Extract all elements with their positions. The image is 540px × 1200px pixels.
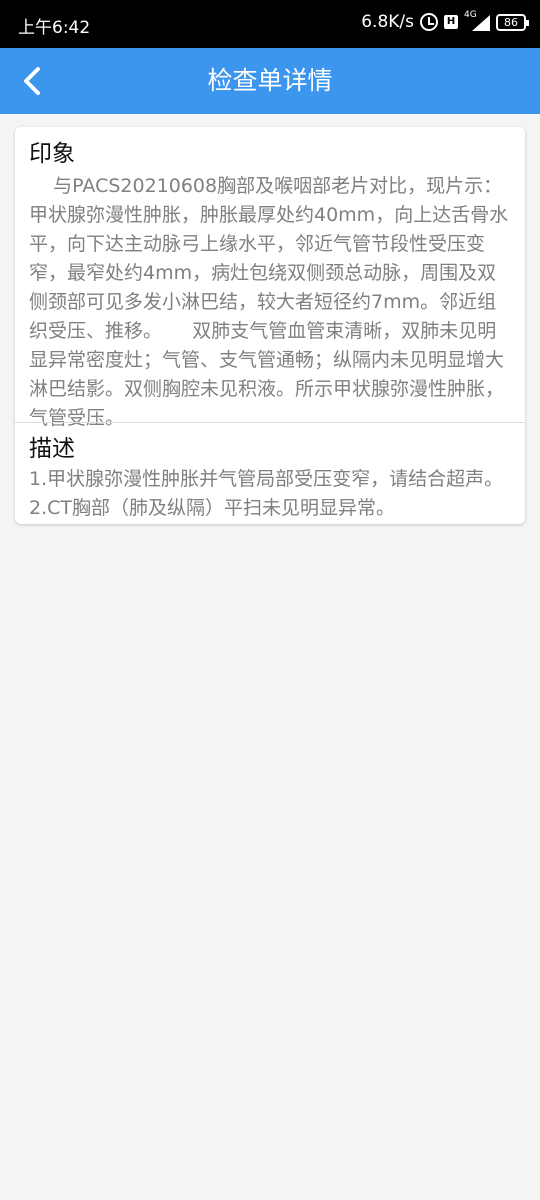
impression-text: 与PACS20210608胸部及喉咽部老片对比，现片示：甲状腺弥漫性肿胀，肿胀最… xyxy=(29,175,509,429)
status-indicators: 6.8K/s H 4G 86 xyxy=(361,10,529,32)
status-time: 上午6:42 xyxy=(18,18,91,38)
battery-icon: 86 xyxy=(496,13,529,31)
impression-title: 印象 xyxy=(29,141,75,167)
alarm-icon xyxy=(420,13,438,31)
network-speed: 6.8K/s xyxy=(361,12,414,32)
app-bar: 检查单详情 xyxy=(0,48,540,114)
hd-icon: H xyxy=(444,15,458,29)
description-title: 描述 xyxy=(29,436,75,462)
report-card: 印象 与PACS20210608胸部及喉咽部老片对比，现片示：甲状腺弥漫性肿胀，… xyxy=(15,127,525,524)
status-bar: 上午6:42 6.8K/s H 4G 86 xyxy=(0,0,540,48)
signal-icon: 4G xyxy=(464,10,490,31)
section-divider xyxy=(15,422,525,423)
page-title: 检查单详情 xyxy=(207,66,333,95)
description-text: 1.甲状腺弥漫性肿胀并气管局部受压变窄，请结合超声。2.CT胸部（肺及纵隔）平扫… xyxy=(29,468,504,519)
